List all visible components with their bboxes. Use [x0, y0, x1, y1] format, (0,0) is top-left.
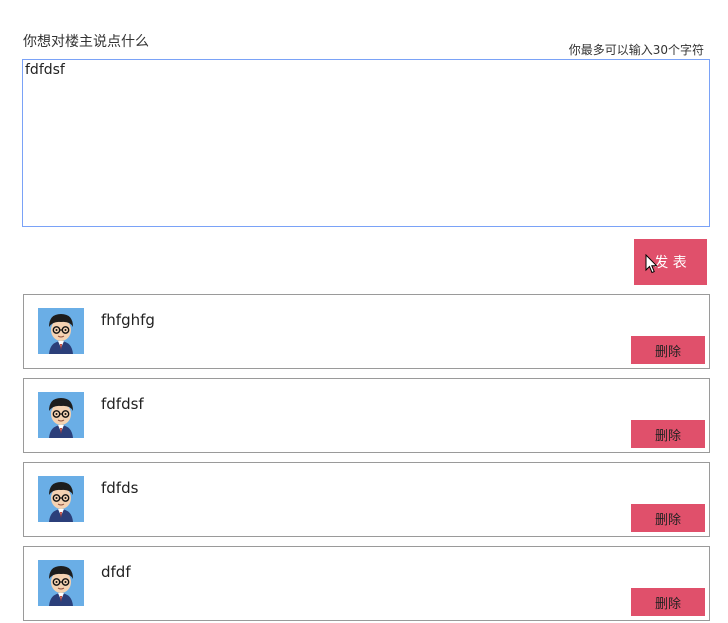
cartoon-boy-avatar-icon: [38, 476, 84, 522]
cartoon-boy-avatar-icon: [38, 560, 84, 606]
comment-item: fhfghfg 删除: [23, 294, 710, 369]
char-limit-hint: 你最多可以输入30个字符: [568, 43, 704, 57]
avatar: [38, 308, 84, 354]
comment-item: fdfds 删除: [23, 462, 710, 537]
avatar: [38, 476, 84, 522]
avatar: [38, 392, 84, 438]
avatar: [38, 560, 84, 606]
delete-button[interactable]: 删除: [631, 420, 705, 448]
comment-list: fhfghfg 删除 fdfdsf 删除 fdfds 删除 dfdf 删除: [23, 294, 710, 623]
delete-button[interactable]: 删除: [631, 336, 705, 364]
comment-text: fdfdsf: [101, 395, 144, 413]
comment-text: fdfds: [101, 479, 139, 497]
delete-button[interactable]: 删除: [631, 504, 705, 532]
cartoon-boy-avatar-icon: [38, 308, 84, 354]
comment-input[interactable]: fdfdsf: [22, 59, 710, 227]
comment-text: dfdf: [101, 563, 131, 581]
comment-item: fdfdsf 删除: [23, 378, 710, 453]
prompt-label: 你想对楼主说点什么: [23, 34, 149, 50]
publish-button[interactable]: 发 表: [634, 239, 707, 285]
cartoon-boy-avatar-icon: [38, 392, 84, 438]
delete-button[interactable]: 删除: [631, 588, 705, 616]
comment-item: dfdf 删除: [23, 546, 710, 621]
message-board: 你想对楼主说点什么 你最多可以输入30个字符 fdfdsf 发 表 fhfghf…: [0, 0, 728, 623]
comment-text: fhfghfg: [101, 311, 155, 329]
